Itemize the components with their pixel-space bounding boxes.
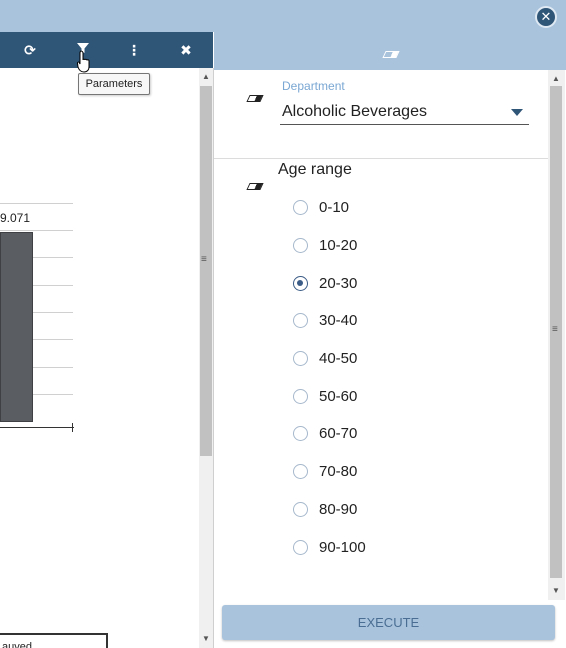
grid-line [0,230,73,231]
right-scrollbar[interactable]: ▲ ≡ ▼ [548,70,565,600]
radio-label: 90-100 [319,539,366,556]
bar-value-label: 9.071 [0,211,31,225]
grip-icon: ≡ [201,254,207,265]
radio-button[interactable] [293,276,308,291]
radio-button[interactable] [293,464,308,479]
section-separator [214,158,548,159]
clear-age-range-icon[interactable] [246,183,264,190]
legend-box: auved [0,633,108,648]
parameters-header [214,32,566,70]
radio-label: 80-90 [319,501,358,518]
radio-label: 70-80 [319,463,358,480]
radio-button[interactable] [293,389,308,404]
radio-button[interactable] [293,351,308,366]
radio-label: 60-70 [319,425,358,442]
radio-label: 40-50 [319,350,358,367]
scroll-up-icon[interactable]: ▲ [202,72,210,81]
window-top-bar [0,0,566,32]
department-select[interactable]: Alcoholic Beverages [280,99,529,125]
execute-button[interactable]: EXECUTE [222,605,555,640]
grid-line [0,203,73,204]
scroll-down-icon[interactable]: ▼ [552,586,560,595]
radio-button[interactable] [293,540,308,555]
clear-department-icon[interactable] [246,95,264,102]
dropdown-arrow-icon[interactable] [511,109,523,116]
chart-area: 9.071 auved [0,68,200,648]
department-value: Alcoholic Beverages [282,103,427,120]
chart-toolbar: ⟳ ⋮ ✖ [0,32,213,68]
grip-icon: ≡ [552,324,558,335]
close-icon[interactable]: ✖ [176,40,196,60]
radio-label: 30-40 [319,312,358,329]
age-range-title: Age range [278,161,352,178]
radio-label: 10-20 [319,237,358,254]
chart-bar [0,232,33,422]
radio-label: 50-60 [319,388,358,405]
radio-button[interactable] [293,313,308,328]
radio-button[interactable] [293,502,308,517]
department-label: Department [282,79,345,93]
panel-divider [213,68,214,648]
left-scrollbar[interactable]: ▲ ≡ ▼ [199,68,213,648]
scroll-up-icon[interactable]: ▲ [552,74,560,83]
hand-cursor-icon [76,50,93,79]
more-vertical-icon[interactable]: ⋮ [124,40,144,60]
close-panel-icon[interactable]: ✕ [535,6,557,28]
scroll-down-icon[interactable]: ▼ [202,634,210,643]
x-axis [0,427,74,428]
radio-button[interactable] [293,238,308,253]
refresh-icon[interactable]: ⟳ [20,40,40,60]
radio-label: 20-30 [319,275,358,292]
radio-button[interactable] [293,426,308,441]
eraser-icon[interactable] [382,51,400,58]
radio-button[interactable] [293,200,308,215]
scroll-thumb[interactable] [200,86,212,456]
radio-label: 0-10 [319,199,350,216]
axis-tick [72,423,73,432]
